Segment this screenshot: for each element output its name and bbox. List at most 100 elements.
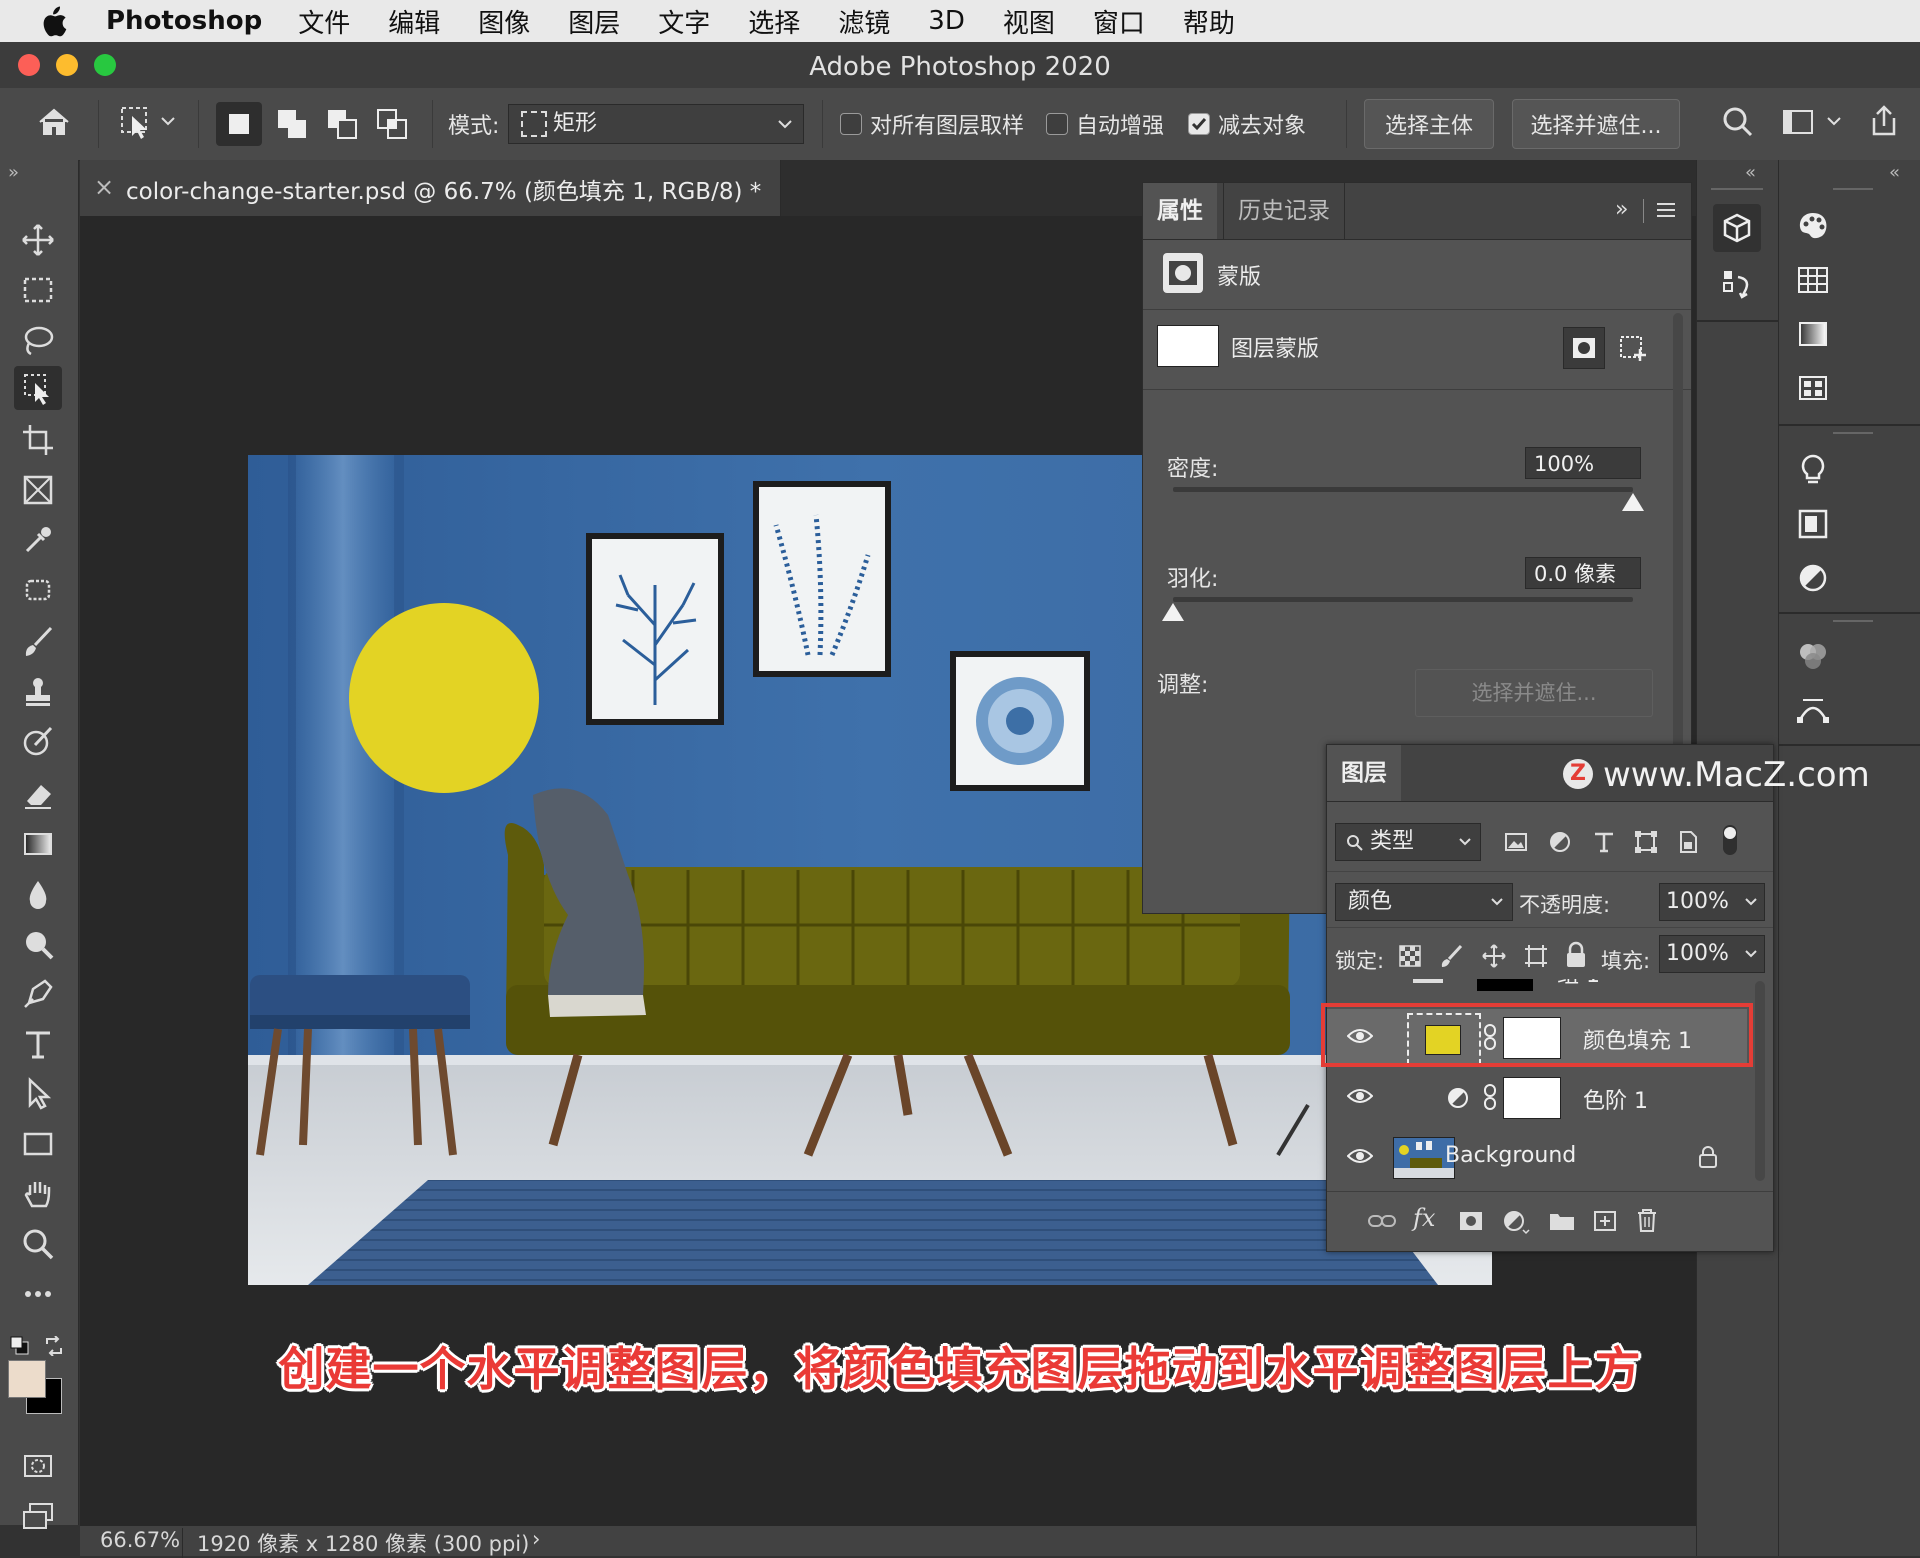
link-chain-icon[interactable] xyxy=(1483,1083,1497,1111)
history-brush-tool-icon[interactable] xyxy=(14,720,62,764)
select-pixel-mask-button[interactable] xyxy=(1563,327,1605,369)
document-tab[interactable]: × color-change-starter.psd @ 66.7% (颜色填充… xyxy=(80,160,781,216)
mode-select[interactable]: 矩形 xyxy=(508,104,804,144)
fill-input[interactable]: 100% xyxy=(1659,935,1765,973)
zoom-tool-icon[interactable] xyxy=(14,1222,62,1266)
home-icon[interactable] xyxy=(34,102,78,146)
quick-mask-icon[interactable] xyxy=(14,1444,62,1488)
hand-tool-icon[interactable] xyxy=(14,1172,62,1216)
path-selection-tool-icon[interactable] xyxy=(14,1072,62,1116)
filter-smart-object-icon[interactable] xyxy=(1675,829,1701,859)
add-mask-icon[interactable] xyxy=(1457,1208,1485,1234)
zoom-level[interactable]: 66.67% xyxy=(100,1528,180,1552)
menu-layer[interactable]: 图层 xyxy=(568,3,620,40)
color-palette-icon[interactable] xyxy=(1793,206,1833,246)
layer-locked-icon[interactable] xyxy=(1697,1145,1719,1169)
layer-row-background[interactable]: Background xyxy=(1327,1129,1747,1187)
layers-scrollbar[interactable] xyxy=(1755,981,1765,1181)
lock-transparent-pixels-icon[interactable] xyxy=(1397,943,1423,973)
filter-pixel-layers-icon[interactable] xyxy=(1503,829,1529,859)
feather-slider-track[interactable] xyxy=(1173,597,1633,602)
healing-brush-tool-icon[interactable] xyxy=(14,568,62,612)
type-tool-icon[interactable] xyxy=(14,1022,62,1066)
layer-row-levels[interactable]: 色阶 1 xyxy=(1327,1069,1747,1127)
marquee-tool-icon[interactable] xyxy=(14,268,62,312)
rectangle-tool-icon[interactable] xyxy=(14,1122,62,1166)
properties-scrollbar[interactable] xyxy=(1673,313,1683,773)
feather-slider-thumb[interactable] xyxy=(1162,603,1184,621)
density-input[interactable]: 100% xyxy=(1525,447,1641,479)
select-subject-button[interactable]: 选择主体 xyxy=(1364,99,1494,149)
apple-logo-icon[interactable] xyxy=(38,6,76,37)
patterns-panel-icon[interactable] xyxy=(1793,368,1833,408)
layer-mask-thumbnail[interactable] xyxy=(1503,1077,1561,1119)
search-icon[interactable] xyxy=(1718,102,1762,146)
clone-stamp-tool-icon[interactable] xyxy=(14,670,62,714)
app-menu-photoshop[interactable]: Photoshop xyxy=(106,6,262,36)
paths-panel-icon[interactable] xyxy=(1793,690,1833,730)
menu-select[interactable]: 选择 xyxy=(748,3,800,40)
expand-panel-icon[interactable]: » xyxy=(1615,197,1628,222)
menu-filter[interactable]: 滤镜 xyxy=(838,3,890,40)
lock-image-pixels-icon[interactable] xyxy=(1439,943,1465,973)
lock-artboard-icon[interactable] xyxy=(1523,943,1549,973)
blend-mode-select[interactable]: 颜色 xyxy=(1335,883,1513,921)
gradients-panel-icon[interactable] xyxy=(1793,314,1833,354)
select-and-mask-button[interactable]: 选择并遮住... xyxy=(1512,99,1680,149)
opacity-input[interactable]: 100% xyxy=(1659,883,1765,921)
collapse-dock-icon[interactable]: « xyxy=(1745,162,1756,183)
subtract-from-selection-icon[interactable] xyxy=(320,102,364,146)
delete-layer-trash-icon[interactable] xyxy=(1633,1206,1661,1234)
intersect-selection-icon[interactable] xyxy=(370,102,414,146)
panel-menu-icon[interactable] xyxy=(1655,199,1677,225)
filter-adjustment-layers-icon[interactable] xyxy=(1547,829,1573,859)
properties-panel-icon[interactable] xyxy=(1713,204,1761,252)
refine-select-and-mask-button[interactable]: 选择并遮住... xyxy=(1415,669,1653,717)
visibility-eye-icon[interactable] xyxy=(1347,1147,1373,1165)
eraser-tool-icon[interactable] xyxy=(14,772,62,816)
history-panel-icon[interactable] xyxy=(1717,264,1757,304)
filter-shape-layers-icon[interactable] xyxy=(1633,829,1659,859)
swatches-grid-icon[interactable] xyxy=(1793,260,1833,300)
workspace-switcher-icon[interactable] xyxy=(1778,102,1848,146)
density-slider-track[interactable] xyxy=(1173,487,1633,492)
density-slider-thumb[interactable] xyxy=(1622,493,1644,511)
menu-file[interactable]: 文件 xyxy=(298,3,350,40)
add-vector-mask-button[interactable] xyxy=(1613,327,1653,367)
menu-type[interactable]: 文字 xyxy=(658,3,710,40)
libraries-panel-icon[interactable] xyxy=(1793,504,1833,544)
share-icon[interactable] xyxy=(1864,102,1908,146)
subtract-object-checkbox[interactable] xyxy=(1188,113,1210,135)
visibility-eye-icon[interactable] xyxy=(1347,1087,1373,1105)
crop-tool-icon[interactable] xyxy=(14,418,62,462)
menu-image[interactable]: 图像 xyxy=(478,3,530,40)
lock-all-icon[interactable] xyxy=(1563,941,1589,973)
brush-tool-icon[interactable] xyxy=(14,620,62,664)
tab-properties[interactable]: 属性 xyxy=(1143,183,1217,239)
layer-effects-icon[interactable]: fx xyxy=(1413,1204,1435,1232)
pen-tool-icon[interactable] xyxy=(14,972,62,1016)
menu-window[interactable]: 窗口 xyxy=(1093,3,1145,40)
auto-enhance-checkbox[interactable] xyxy=(1046,113,1068,135)
gradient-tool-icon[interactable] xyxy=(14,822,62,866)
status-info-chevron-icon[interactable]: › xyxy=(532,1527,540,1551)
more-tools-icon[interactable] xyxy=(14,1272,62,1316)
menu-view[interactable]: 视图 xyxy=(1003,3,1055,40)
add-to-selection-icon[interactable] xyxy=(270,102,314,146)
filter-type-layers-icon[interactable] xyxy=(1591,829,1617,859)
collapse-toolbar-icon[interactable]: » xyxy=(8,162,19,183)
eyedropper-tool-icon[interactable] xyxy=(14,518,62,562)
close-document-icon[interactable]: × xyxy=(94,173,114,201)
collapse-dock-icon-2[interactable]: « xyxy=(1889,162,1900,183)
object-selection-tool-icon[interactable] xyxy=(14,366,62,410)
link-layers-icon[interactable] xyxy=(1367,1210,1397,1232)
menu-help[interactable]: 帮助 xyxy=(1183,3,1235,40)
lock-position-icon[interactable] xyxy=(1481,943,1507,973)
frame-tool-icon[interactable] xyxy=(14,468,62,512)
layer-filter-kind-select[interactable]: 类型 xyxy=(1335,823,1481,861)
learn-lightbulb-icon[interactable] xyxy=(1793,450,1833,490)
feather-input[interactable]: 0.0 像素 xyxy=(1525,557,1641,589)
screen-mode-icon[interactable] xyxy=(14,1494,62,1538)
channels-panel-icon[interactable] xyxy=(1793,636,1833,676)
tab-history[interactable]: 历史记录 xyxy=(1223,183,1345,239)
